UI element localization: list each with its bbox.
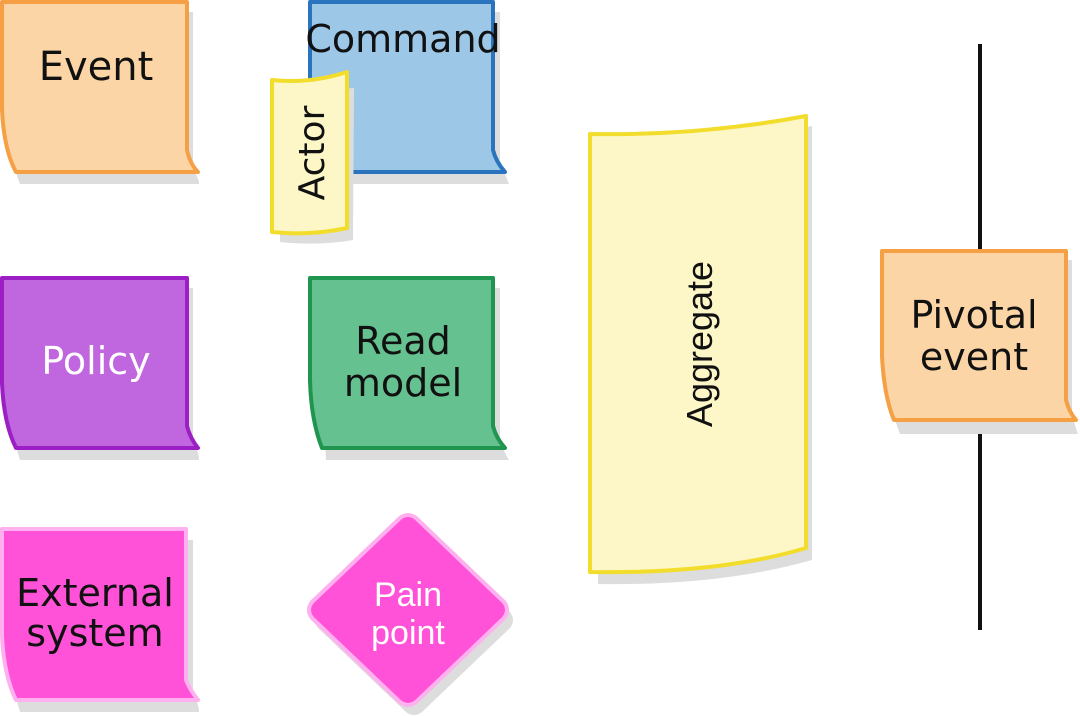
sticky-event-label: Event <box>39 44 154 90</box>
sticky-aggregate-label: Aggregate <box>679 261 720 427</box>
sticky-aggregate: Aggregate <box>588 114 812 585</box>
sticky-pivotal-event-label-line1: Pivotal <box>910 293 1037 337</box>
sticky-read-model-label-line2: model <box>344 361 462 405</box>
sticky-actor-label: Actor <box>292 105 333 200</box>
sticky-pivotal-event-label-line2: event <box>920 335 1028 379</box>
sticky-policy: Policy <box>0 276 200 460</box>
sticky-external-system-label-line1: External <box>16 571 174 615</box>
sticky-pain-point-label-line1: Pain <box>374 576 442 614</box>
sticky-external-system: External system <box>0 527 200 712</box>
sticky-read-model: Read model <box>308 276 509 460</box>
sticky-read-model-label-line1: Read <box>355 319 450 363</box>
eventstorming-legend: Event Command Actor Policy Read model Ex… <box>0 0 1078 715</box>
sticky-policy-label: Policy <box>41 339 150 383</box>
sticky-actor: Actor <box>270 70 354 244</box>
sticky-pivotal-event: Pivotal event <box>880 249 1078 434</box>
sticky-pain-point-label-line2: point <box>371 614 445 652</box>
sticky-external-system-label-line2: system <box>26 611 163 655</box>
sticky-event: Event <box>0 0 200 184</box>
sticky-command-label: Command <box>305 17 500 61</box>
sticky-pain-point: Pain point <box>307 513 513 715</box>
